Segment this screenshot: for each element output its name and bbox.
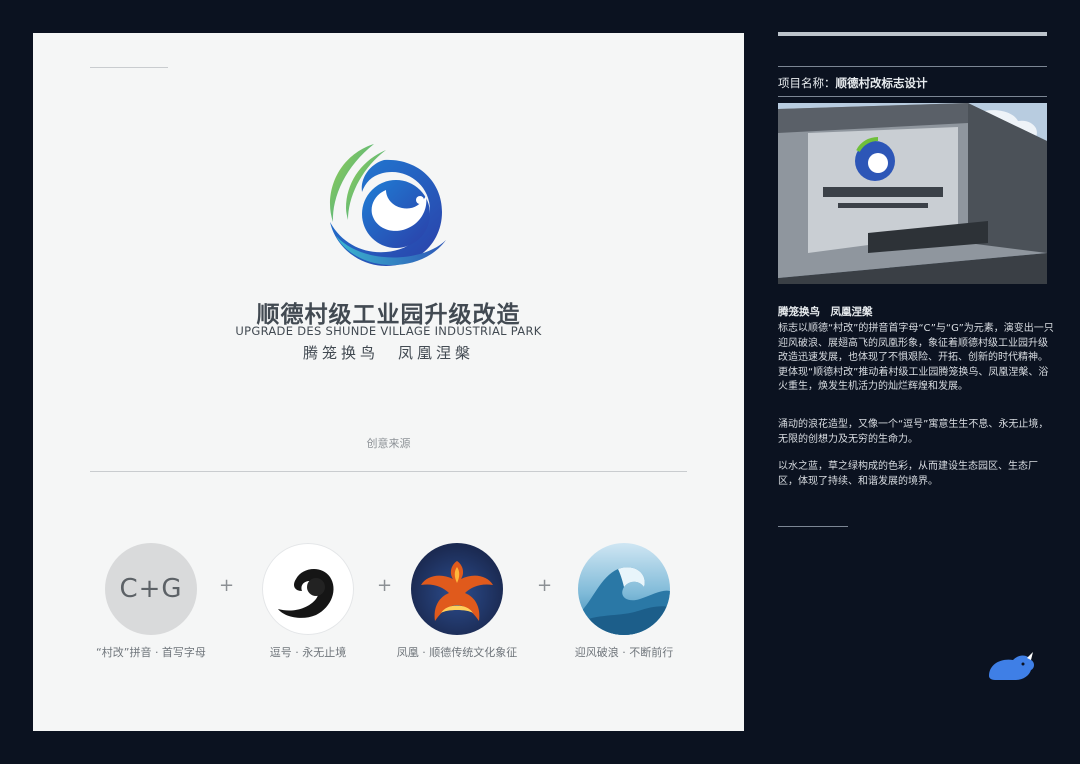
cg-letter-badge: C+G xyxy=(105,543,197,635)
project-name-line: 项目名称：顺德村改标志设计 xyxy=(778,75,928,91)
element-caption: 逗号 · 永无止境 xyxy=(269,646,347,659)
studio-brand-mark xyxy=(968,650,1052,690)
info-rule xyxy=(778,96,1047,97)
logo-slogan: 腾笼换鸟 凤凰涅槃 xyxy=(302,344,474,362)
element-caption: 凤凰 · 顺德传统文化象征 xyxy=(396,646,518,659)
info-top-rule xyxy=(778,66,1047,67)
info-bottom-rule xyxy=(778,526,848,527)
wave-image xyxy=(578,543,670,635)
section-divider xyxy=(90,471,687,472)
source-label: 创意来源 xyxy=(366,437,411,450)
building-mockup-photo xyxy=(778,103,1047,284)
phoenix-image xyxy=(411,543,503,635)
project-label: 项目名称： xyxy=(778,76,836,90)
info-paragraph: 标志以顺德“村改”的拼音首字母“C”与“G”为元素，演变出一只迎风破浪、展翅高飞… xyxy=(778,323,1054,392)
plus-sign: + xyxy=(219,575,235,596)
wave-icon xyxy=(578,567,670,635)
info-slogan: 腾笼换鸟 凤凰涅槃 xyxy=(778,306,873,318)
project-name: 顺德村改标志设计 xyxy=(835,76,928,90)
comma-brush-image xyxy=(262,543,354,635)
element-caption: 迎风破浪 · 不断前行 xyxy=(574,646,674,659)
phoenix-icon xyxy=(421,561,493,621)
cg-badge-text: C+G xyxy=(119,574,183,604)
info-paragraph: 涌动的浪花造型，又像一个“逗号”寓意生生不息、永无止境，无限的创想力及无穷的生命… xyxy=(778,419,1049,445)
plus-sign: + xyxy=(537,575,553,596)
rhino-logo-icon xyxy=(989,652,1034,680)
building-photo-icon xyxy=(778,103,1047,284)
village-logo-icon xyxy=(330,144,446,266)
design-board: 顺德村级工业园升级改造 UPGRADE DES SHUNDE VILLAGE I… xyxy=(33,33,744,731)
plus-sign: + xyxy=(377,575,393,596)
comma-brush-icon xyxy=(278,568,334,618)
top-rule xyxy=(778,32,1047,36)
element-caption: “村改”拼音 · 首写字母 xyxy=(96,646,206,659)
board-top-rule xyxy=(90,67,168,68)
info-paragraph: 以水之蓝，草之绿构成的色彩，从而建设生态园区、生态厂区，体现了持续、和谐发展的境… xyxy=(778,461,1038,487)
logo-subtitle: UPGRADE DES SHUNDE VILLAGE INDUSTRIAL PA… xyxy=(235,324,542,338)
